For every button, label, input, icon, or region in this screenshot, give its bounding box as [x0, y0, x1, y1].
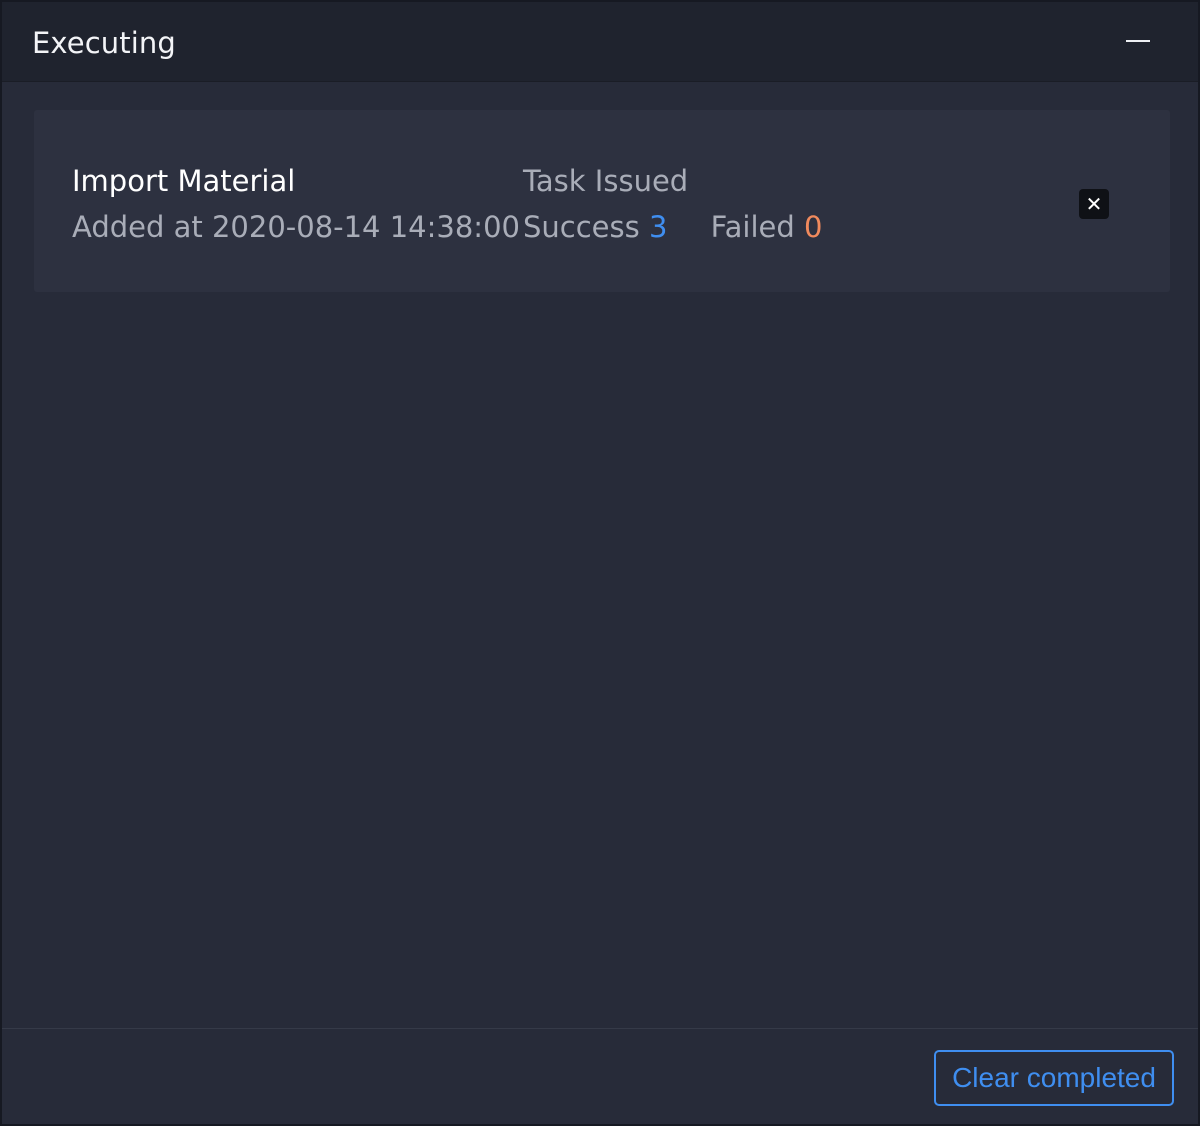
task-name: Import Material	[72, 164, 296, 198]
failed-count: 0	[804, 210, 823, 244]
failed-label: Failed	[710, 210, 795, 244]
remove-task-button[interactable]: ✕	[1079, 189, 1109, 219]
task-status: Task Issued	[523, 164, 689, 198]
minimize-icon	[1126, 40, 1150, 42]
task-panel: Executing Import Material Added at 2020-…	[0, 0, 1200, 1126]
minimize-button[interactable]	[1118, 22, 1158, 62]
success-count: 3	[648, 210, 668, 244]
panel-header: Executing	[2, 2, 1198, 82]
task-added-time: Added at 2020-08-14 14:38:00	[72, 210, 520, 244]
clear-completed-button[interactable]: Clear completed	[934, 1050, 1174, 1106]
task-item: Import Material Added at 2020-08-14 14:3…	[34, 110, 1170, 292]
success-label: Success	[523, 210, 640, 244]
task-result-counts: Success 3 Failed 0	[523, 209, 822, 245]
footer-divider	[2, 1028, 1198, 1029]
close-icon: ✕	[1085, 192, 1103, 216]
panel-title: Executing	[32, 26, 176, 60]
